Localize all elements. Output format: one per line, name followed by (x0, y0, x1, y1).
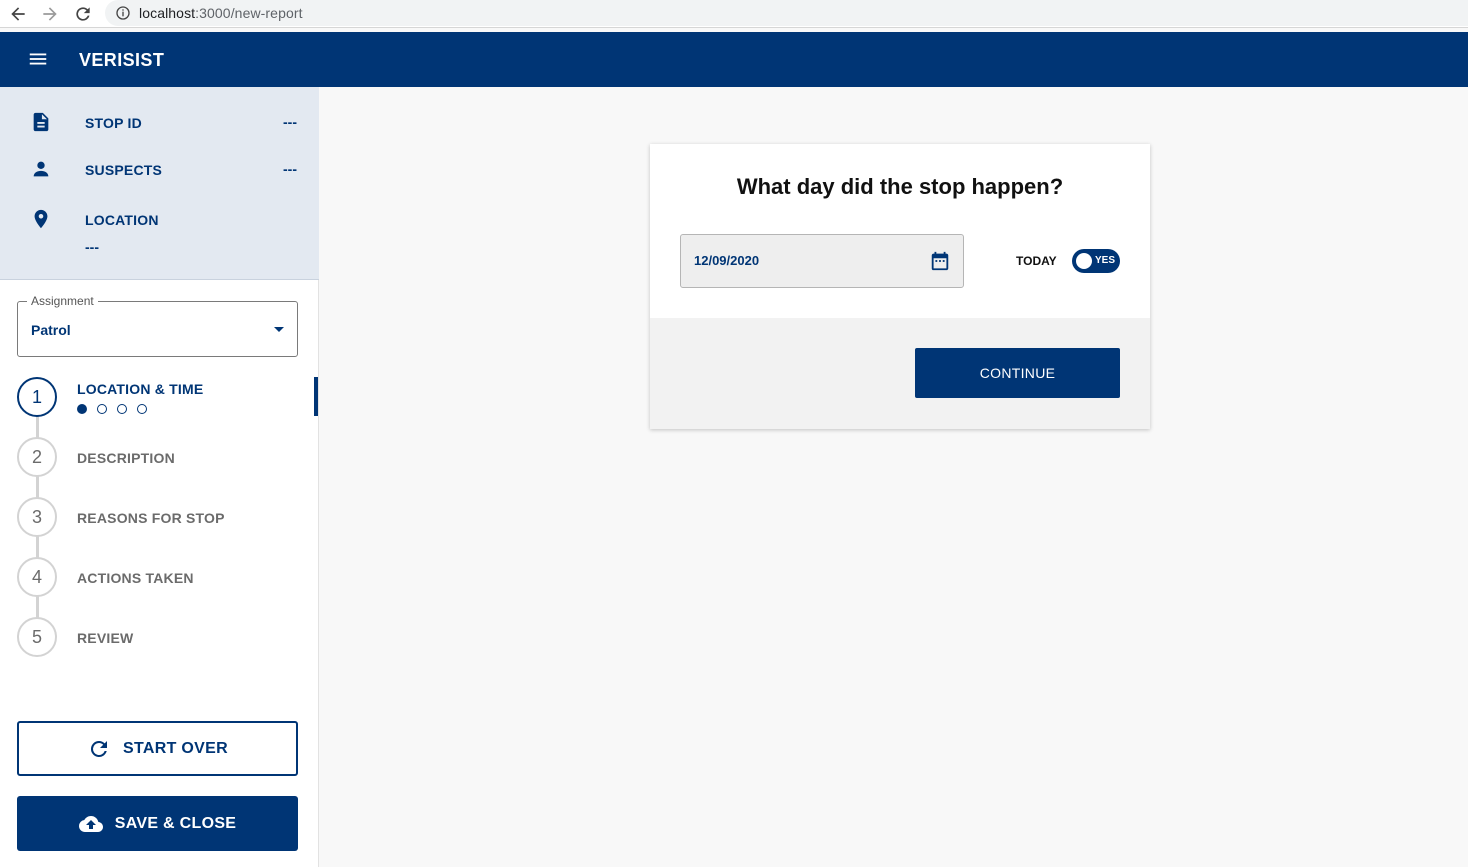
card-footer: CONTINUE (650, 318, 1150, 429)
date-value: 12/09/2020 (694, 253, 760, 268)
step-label: ACTIONS TAKEN (77, 570, 194, 586)
substep-dots (77, 401, 157, 414)
substep-dot (137, 404, 147, 414)
person-icon (30, 158, 52, 180)
location-label: LOCATION (85, 212, 159, 228)
summary-stop-id: STOP ID --- (0, 111, 319, 135)
date-question-card: What day did the stop happen? 12/09/2020… (650, 144, 1150, 429)
step-number: 2 (17, 437, 57, 477)
substep-dot (117, 404, 127, 414)
suspects-value: --- (283, 161, 297, 177)
cloud-upload-icon (78, 815, 103, 832)
suspects-label: SUSPECTS (85, 162, 163, 178)
question-title: What day did the stop happen? (736, 174, 1064, 199)
date-input[interactable]: 12/09/2020 (680, 234, 964, 288)
sidebar: STOP ID --- SUSPECTS --- LOCATION --- As… (0, 87, 319, 867)
assignment-legend: Assignment (27, 294, 98, 308)
toggle-text: YES (1095, 255, 1116, 266)
continue-button[interactable]: CONTINUE (915, 348, 1120, 398)
url-path: :3000/new-report (195, 5, 303, 21)
caret-down-icon (274, 327, 284, 332)
step-label: REVIEW (77, 630, 134, 646)
app-title: VERISIST (79, 50, 165, 70)
location-value: --- (85, 239, 99, 255)
step-number: 4 (17, 557, 57, 597)
forward-icon[interactable] (40, 4, 60, 24)
start-over-label: START OVER (123, 739, 228, 757)
step-label: REASONS FOR STOP (77, 510, 225, 526)
assignment-value: Patrol (31, 322, 71, 338)
browser-toolbar: localhost:3000/new-report (0, 0, 1468, 28)
report-summary: STOP ID --- SUSPECTS --- LOCATION --- (0, 87, 319, 280)
url-text[interactable]: localhost:3000/new-report (139, 5, 303, 21)
substep-dot-current (77, 404, 87, 414)
reload-icon[interactable] (73, 4, 93, 24)
toggle-knob (1076, 253, 1092, 269)
save-close-button[interactable]: SAVE & CLOSE (17, 796, 298, 851)
step-description[interactable]: 2 DESCRIPTION (17, 437, 317, 477)
step-number: 1 (17, 377, 57, 417)
map-pin-icon (30, 208, 52, 230)
today-toggle[interactable]: YES (1072, 249, 1120, 273)
step-review[interactable]: 5 REVIEW (17, 617, 317, 657)
address-bar[interactable]: localhost:3000/new-report (105, 0, 1468, 26)
step-location-time[interactable]: 1 LOCATION & TIME (17, 377, 317, 417)
step-actions-taken[interactable]: 4 ACTIONS TAKEN (17, 557, 317, 597)
step-label: DESCRIPTION (77, 450, 175, 466)
url-host: localhost (139, 5, 196, 21)
back-icon[interactable] (8, 4, 28, 24)
step-number: 3 (17, 497, 57, 537)
step-number: 5 (17, 617, 57, 657)
step-label: LOCATION & TIME (77, 381, 204, 397)
substep-dot (97, 404, 107, 414)
calendar-icon[interactable] (929, 250, 951, 272)
menu-icon[interactable] (27, 48, 49, 70)
save-close-label: SAVE & CLOSE (114, 814, 237, 832)
refresh-icon (91, 740, 108, 757)
summary-location: LOCATION (0, 208, 319, 232)
stop-id-value: --- (283, 114, 297, 130)
today-label: TODAY (1016, 254, 1057, 268)
stop-id-label: STOP ID (85, 115, 142, 131)
start-over-button[interactable]: START OVER (17, 721, 298, 776)
step-reasons-for-stop[interactable]: 3 REASONS FOR STOP (17, 497, 317, 537)
document-icon (30, 111, 52, 133)
assignment-select[interactable]: Assignment Patrol (17, 294, 298, 357)
info-icon[interactable] (115, 5, 131, 21)
app-bar: VERISIST (0, 32, 1468, 87)
summary-suspects: SUSPECTS --- (0, 158, 319, 182)
